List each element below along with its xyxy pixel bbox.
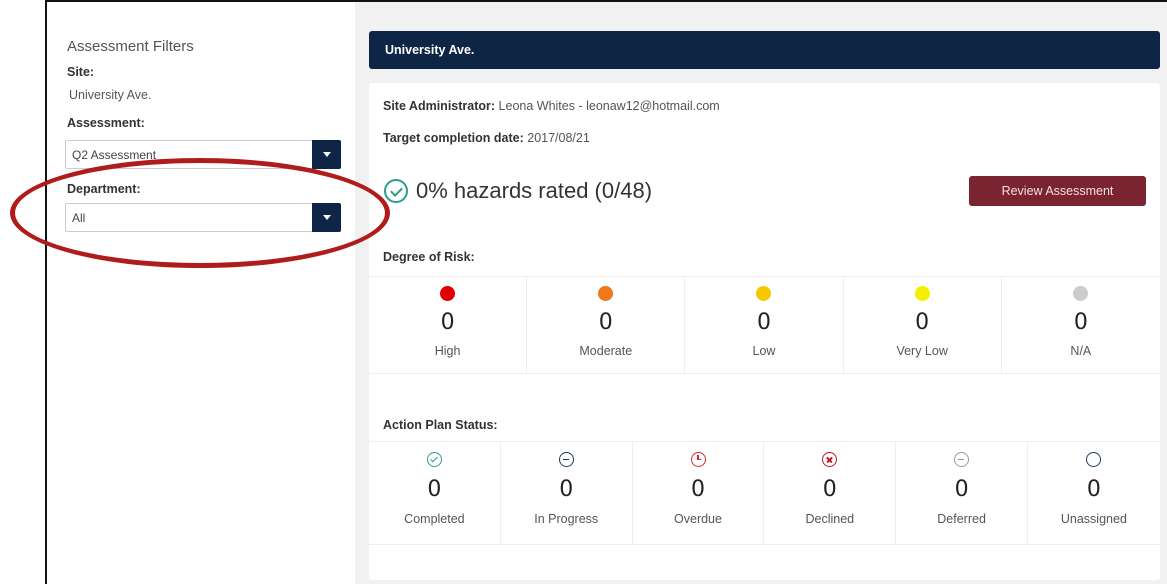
site-banner: University Ave.	[369, 31, 1160, 69]
status-label: Deferred	[937, 512, 986, 526]
minus-circle-icon	[954, 452, 970, 467]
status-grid: 0 Completed 0 In Progress 0 Overdue 0 De…	[369, 441, 1160, 545]
status-count: 0	[954, 477, 969, 502]
degree-of-risk-label: Degree of Risk:	[383, 250, 475, 264]
status-completed: 0 Completed	[369, 442, 501, 544]
filters-sidebar: Assessment Filters Site: University Ave.…	[47, 2, 355, 584]
risk-moderate: 0 Moderate	[527, 277, 686, 373]
assessment-card: Site Administrator: Leona Whites - leona…	[369, 83, 1160, 580]
status-label: In Progress	[534, 512, 599, 526]
chevron-down-icon[interactable]	[312, 140, 341, 169]
status-count: 0	[427, 477, 442, 502]
high-risk-dot-icon	[440, 286, 455, 301]
risk-count: 0	[440, 310, 455, 335]
check-circle-icon	[384, 179, 408, 203]
status-unassigned: 0 Unassigned	[1028, 442, 1160, 544]
admin-value: Leona Whites - leonaw12@hotmail.com	[498, 99, 720, 113]
na-risk-dot-icon	[1072, 286, 1088, 301]
status-count: 0	[822, 477, 837, 502]
low-risk-dot-icon	[756, 286, 772, 301]
assessment-select-value: Q2 Assessment	[72, 148, 157, 162]
department-select-value: All	[72, 211, 86, 225]
banner-title: University Ave.	[385, 43, 475, 57]
moderate-risk-dot-icon	[598, 286, 614, 301]
status-count: 0	[690, 477, 705, 502]
status-in-progress: 0 In Progress	[501, 442, 633, 544]
main-panel: University Ave. Site Administrator: Leon…	[355, 2, 1167, 584]
risk-label: N/A	[1070, 344, 1092, 358]
target-value: 2017/08/21	[527, 131, 590, 145]
status-label: Declined	[805, 512, 855, 526]
status-overdue: 0 Overdue	[633, 442, 765, 544]
status-declined: 0 Declined	[764, 442, 897, 544]
risk-high: 0 High	[369, 277, 528, 373]
target-label: Target completion date:	[383, 131, 524, 145]
hazards-rated: 0% hazards rated (0/48)	[384, 178, 652, 204]
hazards-rated-text: 0% hazards rated (0/48)	[416, 178, 653, 203]
risk-label: Low	[752, 344, 776, 358]
site-value: University Ave.	[69, 88, 152, 102]
risk-grid: 0 High 0 Moderate 0 Low 0 Very Low 0 N/A	[369, 276, 1160, 374]
status-deferred: 0 Deferred	[896, 442, 1028, 544]
site-administrator: Site Administrator: Leona Whites - leona…	[383, 99, 720, 113]
assessment-select[interactable]: Q2 Assessment	[65, 140, 341, 169]
status-label: Overdue	[674, 512, 722, 526]
status-count: 0	[559, 477, 574, 502]
risk-count: 0	[598, 310, 613, 335]
department-select[interactable]: All	[65, 203, 341, 232]
clock-icon	[690, 452, 706, 467]
status-count: 0	[1086, 477, 1101, 502]
empty-circle-icon	[1085, 452, 1101, 467]
risk-na: 0 N/A	[1002, 277, 1160, 373]
filters-title: Assessment Filters	[67, 38, 194, 55]
target-completion: Target completion date: 2017/08/21	[383, 131, 590, 145]
risk-label: Very Low	[896, 344, 948, 358]
very-low-risk-dot-icon	[914, 286, 930, 301]
risk-label: High	[434, 344, 461, 358]
risk-very-low: 0 Very Low	[844, 277, 1002, 373]
site-label: Site:	[67, 65, 95, 79]
risk-label: Moderate	[579, 344, 633, 358]
status-label: Completed	[404, 512, 465, 526]
assessment-label: Assessment:	[67, 116, 145, 130]
status-label: Unassigned	[1060, 512, 1127, 526]
risk-count: 0	[756, 310, 771, 335]
risk-low: 0 Low	[685, 277, 844, 373]
action-plan-status-label: Action Plan Status:	[383, 418, 498, 432]
review-assessment-button[interactable]: Review Assessment	[969, 176, 1146, 206]
department-label: Department:	[67, 182, 141, 196]
chevron-down-icon[interactable]	[312, 203, 341, 232]
minus-circle-icon	[558, 452, 574, 467]
check-circle-icon	[427, 452, 442, 467]
admin-label: Site Administrator:	[383, 99, 496, 113]
x-circle-icon	[822, 452, 838, 467]
risk-count: 0	[1073, 310, 1088, 335]
risk-count: 0	[915, 310, 930, 335]
